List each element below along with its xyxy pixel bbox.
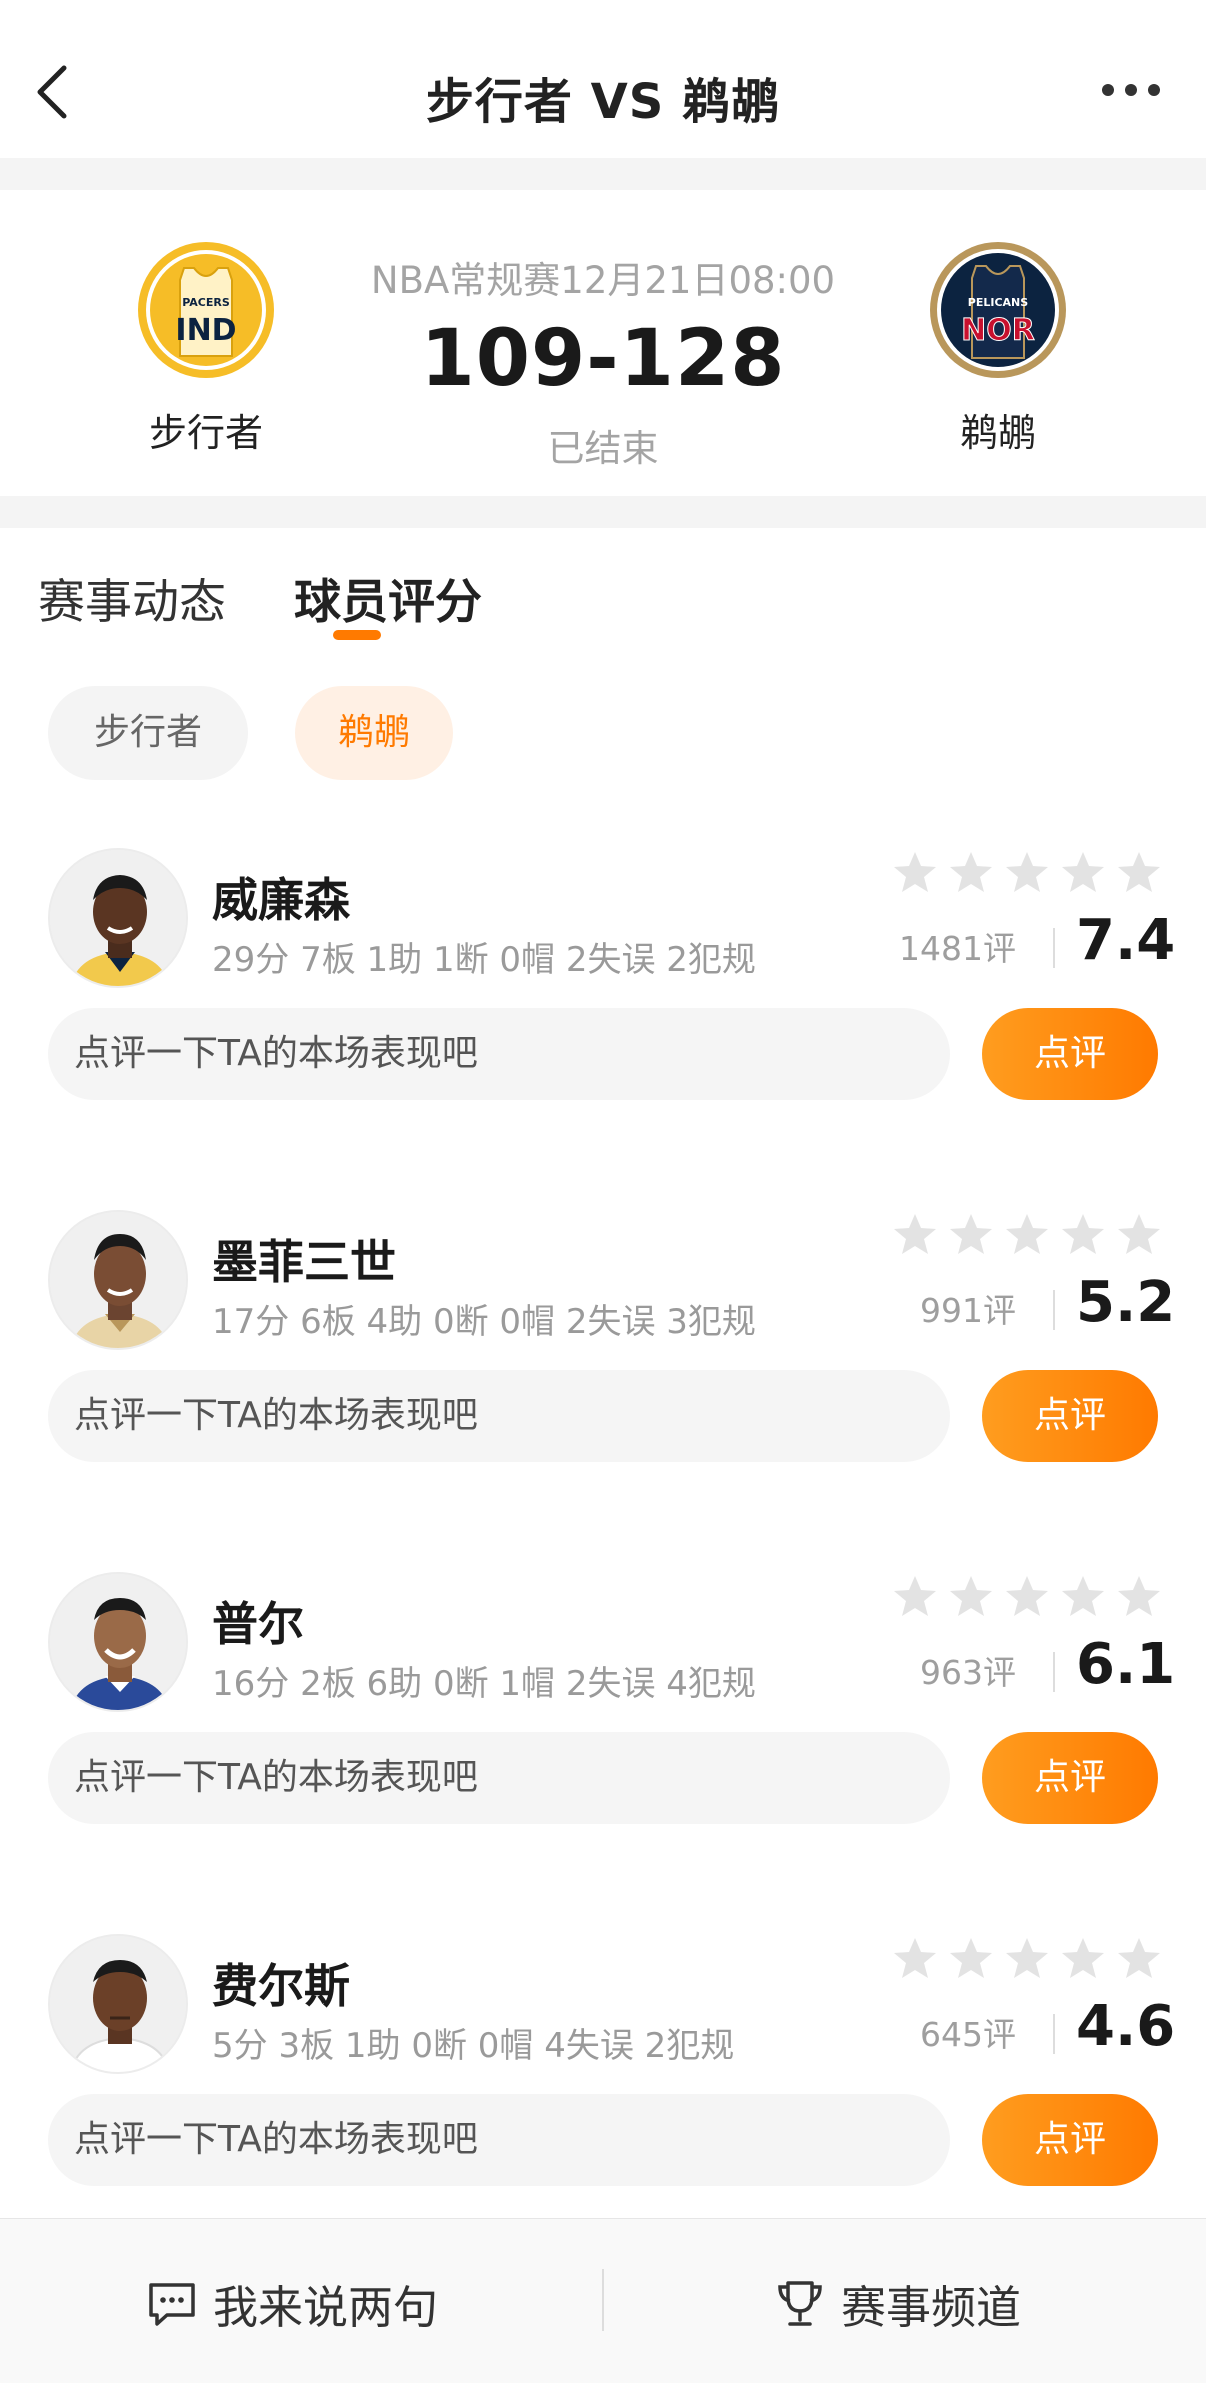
divider — [1053, 928, 1055, 968]
player-name: 威廉森 — [212, 873, 350, 927]
player-card: 普尔 16分 2板 6助 0断 1帽 2失误 4犯规 963评 6.1 点评一下… — [0, 1552, 1206, 1852]
nav-bar: 步行者 VS 鹈鹕 — [0, 0, 1206, 158]
pelicans-logo: PELICANS NOR — [930, 242, 1066, 378]
avatar — [48, 848, 188, 988]
home-team-name: 步行者 — [148, 411, 263, 455]
svg-text:PACERS: PACERS — [182, 296, 230, 309]
review-count: 1481评 — [899, 929, 1016, 968]
star-rating-icon[interactable] — [890, 1210, 1170, 1260]
chat-label: 我来说两句 — [213, 2281, 439, 2334]
filter-chip-pelicans[interactable]: 鹈鹕 — [295, 686, 453, 780]
divider — [1053, 2014, 1055, 2054]
review-count: 645评 — [920, 2015, 1016, 2054]
avatar — [48, 1210, 188, 1350]
svg-text:IND: IND — [175, 313, 236, 348]
comment-input[interactable]: 点评一下TA的本场表现吧 — [48, 1008, 950, 1100]
svg-text:PELICANS: PELICANS — [968, 296, 1028, 309]
tab-match-feed[interactable]: 赛事动态 — [38, 563, 226, 632]
match-header: PACERS IND 步行者 NBA常规赛12月21日08:00 109-128… — [0, 190, 1206, 496]
review-count: 991评 — [920, 1291, 1016, 1330]
player-photo — [50, 1936, 186, 2072]
player-name: 费尔斯 — [212, 1959, 350, 2013]
player-name: 墨菲三世 — [212, 1235, 396, 1289]
match-score: 109-128 — [420, 314, 786, 404]
comment-input[interactable]: 点评一下TA的本场表现吧 — [48, 2094, 950, 2186]
player-score: 4.6 — [1076, 1994, 1176, 2059]
tab-player-rating[interactable]: 球员评分 — [294, 563, 482, 632]
player-card: 墨菲三世 17分 6板 4助 0断 0帽 2失误 3犯规 991评 5.2 点评… — [0, 1190, 1206, 1490]
match-info: NBA常规赛12月21日08:00 — [370, 259, 836, 302]
match-center: NBA常规赛12月21日08:00 109-128 已结束 — [300, 250, 906, 472]
player-name: 普尔 — [212, 1597, 304, 1651]
channel-label: 赛事频道 — [841, 2281, 1022, 2334]
player-score: 6.1 — [1076, 1632, 1176, 1697]
player-stats: 5分 3板 1助 0断 0帽 4失误 2犯规 — [212, 2026, 735, 2066]
filter-chip-pacers[interactable]: 步行者 — [48, 686, 248, 780]
comment-button[interactable]: 点评 — [982, 1008, 1158, 1100]
bottom-bar: 我来说两句 赛事频道 — [0, 2218, 1206, 2383]
away-team[interactable]: PELICANS NOR 鹈鹕 — [898, 240, 1098, 457]
chat-bubble-icon — [149, 2282, 195, 2326]
player-photo — [50, 1212, 186, 1348]
page-title: 步行者 VS 鹈鹕 — [425, 74, 781, 130]
player-rating-panel: 赛事动态 球员评分 步行者 鹈鹕 威廉森 29分 7板 1助 1断 0帽 2失误… — [0, 528, 1206, 2218]
avatar — [48, 1572, 188, 1712]
channel-button[interactable]: 赛事频道 — [773, 2271, 1021, 2341]
comment-button[interactable]: 点评 — [982, 2094, 1158, 2186]
star-rating-icon[interactable] — [890, 848, 1170, 898]
player-stats: 17分 6板 4助 0断 0帽 2失误 3犯规 — [212, 1302, 756, 1342]
divider — [1053, 1652, 1055, 1692]
avatar — [48, 1934, 188, 2074]
player-stats: 29分 7板 1助 1断 0帽 2失误 2犯规 — [212, 940, 756, 980]
comment-button[interactable]: 点评 — [982, 1732, 1158, 1824]
player-stats: 16分 2板 6助 0断 1帽 2失误 4犯规 — [212, 1664, 756, 1704]
more-dots-icon[interactable] — [1100, 82, 1162, 98]
player-photo — [50, 850, 186, 986]
comment-button[interactable]: 点评 — [982, 1370, 1158, 1462]
active-tab-indicator — [333, 630, 381, 640]
player-score: 5.2 — [1076, 1270, 1176, 1335]
star-rating-icon[interactable] — [890, 1934, 1170, 1984]
away-team-name: 鹈鹕 — [959, 411, 1036, 455]
trophy-icon — [778, 2280, 822, 2326]
divider — [602, 2269, 604, 2331]
player-score: 7.4 — [1076, 908, 1176, 973]
home-team[interactable]: PACERS IND 步行者 — [106, 240, 306, 457]
player-card: 威廉森 29分 7板 1助 1断 0帽 2失误 2犯规 1481评 7.4 点评… — [0, 828, 1206, 1128]
player-photo — [50, 1574, 186, 1710]
match-status: 已结束 — [547, 427, 659, 470]
svg-text:NOR: NOR — [961, 313, 1035, 348]
chat-button[interactable]: 我来说两句 — [145, 2271, 438, 2341]
comment-input[interactable]: 点评一下TA的本场表现吧 — [48, 1732, 950, 1824]
divider — [1053, 1290, 1055, 1330]
star-rating-icon[interactable] — [890, 1572, 1170, 1622]
pacers-logo: PACERS IND — [138, 242, 274, 378]
player-card: 费尔斯 5分 3板 1助 0断 0帽 4失误 2犯规 645评 4.6 点评一下… — [0, 1914, 1206, 2214]
comment-input[interactable]: 点评一下TA的本场表现吧 — [48, 1370, 950, 1462]
review-count: 963评 — [920, 1653, 1016, 1692]
